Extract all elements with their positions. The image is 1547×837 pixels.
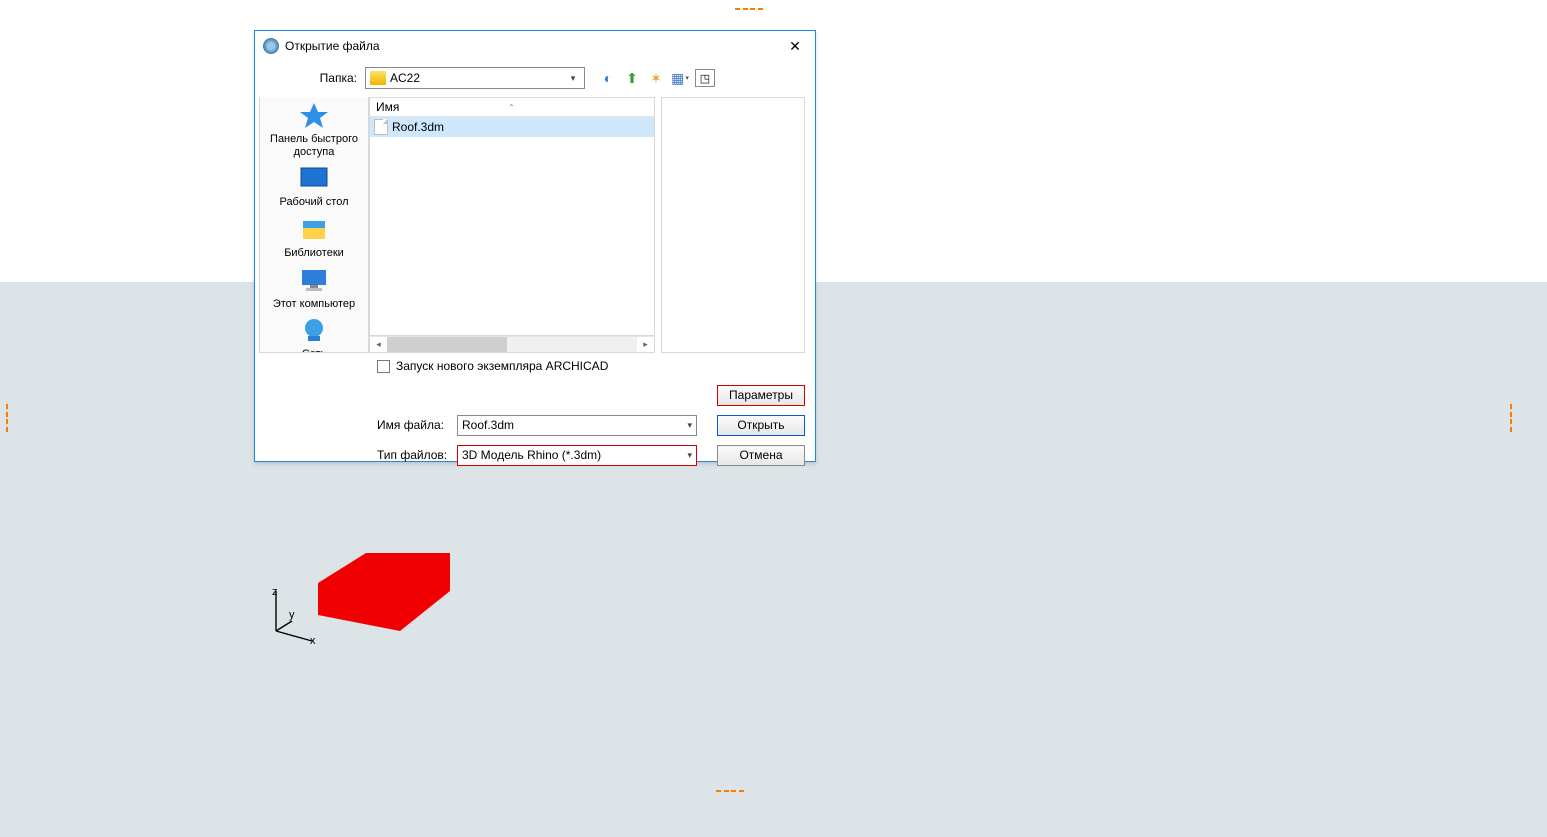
open-file-dialog: Открытие файла ✕ Папка: AC22 ▾ ◐ ⬆ ✶ ▦▾ …	[254, 30, 816, 462]
nav-toolbar: ◐ ⬆ ✶ ▦▾ ◳	[599, 69, 715, 87]
network-icon	[298, 316, 330, 344]
new-folder-icon[interactable]: ✶	[647, 69, 665, 87]
preview-toggle-icon[interactable]: ◳	[695, 69, 715, 87]
place-thispc[interactable]: Этот компьютер	[264, 266, 364, 311]
close-button[interactable]: ✕	[783, 34, 807, 58]
parameters-button[interactable]: Параметры	[717, 385, 805, 406]
page-marker-right	[1510, 404, 1517, 432]
computer-icon	[298, 266, 330, 294]
folder-value: AC22	[390, 71, 420, 85]
axes-gizmo: z x y	[256, 585, 316, 645]
folder-select[interactable]: AC22 ▾	[365, 67, 585, 89]
star-icon	[298, 101, 330, 129]
file-list: Имя ⌃ Roof.3dm ◂ ▸	[369, 97, 655, 353]
axis-y-label: y	[289, 609, 295, 621]
libraries-icon	[298, 215, 330, 243]
place-network[interactable]: Сеть	[264, 316, 364, 353]
filename-label: Имя файла:	[377, 418, 457, 432]
filename-combo[interactable]: Roof.3dm ▾	[457, 415, 697, 436]
places-sidebar: Панель быстрого доступа Рабочий стол Биб…	[259, 97, 369, 353]
sort-caret-icon: ⌃	[508, 103, 515, 112]
page-marker-bottom	[716, 790, 744, 797]
place-quick-access[interactable]: Панель быстрого доступа	[264, 101, 364, 158]
cancel-button[interactable]: Отмена	[717, 445, 805, 466]
chevron-down-icon: ▾	[687, 450, 692, 461]
view-mode-icon[interactable]: ▦▾	[671, 69, 689, 87]
file-list-header[interactable]: Имя ⌃	[369, 97, 655, 117]
archicad-icon	[263, 38, 279, 54]
scroll-thumb[interactable]	[387, 337, 507, 352]
filetype-combo[interactable]: 3D Модель Rhino (*.3dm) ▾	[457, 445, 697, 466]
axis-z-label: z	[272, 586, 278, 598]
desktop-icon	[298, 164, 330, 192]
new-instance-checkbox[interactable]	[377, 360, 390, 373]
folder-label: Папка:	[255, 71, 365, 85]
back-icon[interactable]: ◐	[599, 69, 617, 87]
dialog-title: Открытие файла	[285, 39, 783, 53]
scroll-left-icon[interactable]: ◂	[370, 337, 387, 352]
dialog-titlebar: Открытие файла ✕	[255, 31, 815, 61]
page-marker-left	[6, 404, 13, 432]
model-shape	[318, 553, 458, 643]
up-folder-icon[interactable]: ⬆	[623, 69, 641, 87]
filetype-label: Тип файлов:	[377, 448, 457, 462]
new-instance-label: Запуск нового экземпляра ARCHICAD	[396, 359, 608, 373]
open-button[interactable]: Открыть	[717, 415, 805, 436]
file-row[interactable]: Roof.3dm	[370, 117, 654, 137]
place-libraries[interactable]: Библиотеки	[264, 215, 364, 260]
place-desktop[interactable]: Рабочий стол	[264, 164, 364, 209]
scroll-right-icon[interactable]: ▸	[637, 337, 654, 352]
h-scrollbar[interactable]: ◂ ▸	[369, 336, 655, 353]
document-icon	[374, 119, 388, 135]
chevron-down-icon: ▾	[564, 68, 582, 88]
preview-pane	[661, 97, 805, 353]
axis-x-label: x	[310, 635, 316, 645]
folder-icon	[370, 71, 386, 85]
chevron-down-icon: ▾	[687, 420, 692, 431]
page-marker-top	[735, 8, 763, 15]
